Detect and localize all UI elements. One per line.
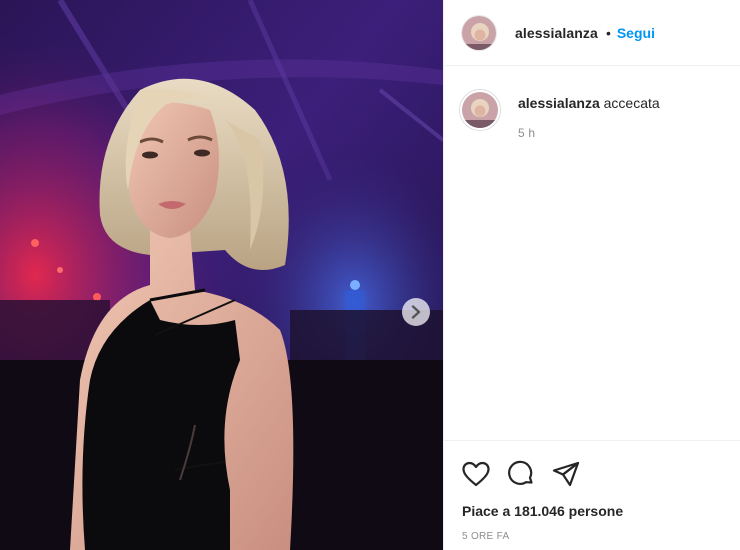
separator-dot: • [605, 24, 611, 41]
caption-avatar[interactable] [460, 90, 500, 130]
post-footer: Piace a 181.046 persone 5 ORE FA [444, 440, 740, 550]
caption: alessialanza accecata 5 h [444, 66, 740, 140]
caption-username[interactable]: alessialanza [518, 95, 600, 111]
next-image-button[interactable] [402, 298, 430, 326]
share-icon [552, 461, 580, 487]
comment-button[interactable] [506, 459, 536, 489]
heart-icon [462, 461, 490, 487]
share-button[interactable] [551, 459, 581, 489]
post-side-panel: alessialanza • Segui alessialanza acceca… [443, 0, 740, 550]
comment-icon [508, 460, 533, 485]
likes-count[interactable]: Piace a 181.046 persone [444, 489, 740, 519]
follow-button[interactable]: Segui [617, 25, 655, 41]
post-header: alessialanza • Segui [444, 0, 740, 66]
like-button[interactable] [461, 459, 491, 489]
chevron-right-icon [411, 305, 421, 319]
action-bar [444, 441, 740, 489]
caption-text: accecata [603, 95, 660, 111]
caption-time[interactable]: 5 h [518, 126, 660, 140]
post-image[interactable] [0, 0, 443, 550]
post-timestamp: 5 ORE FA [462, 531, 510, 542]
post-username[interactable]: alessialanza [515, 25, 598, 41]
avatar[interactable] [461, 14, 497, 51]
post-photo [0, 0, 443, 550]
